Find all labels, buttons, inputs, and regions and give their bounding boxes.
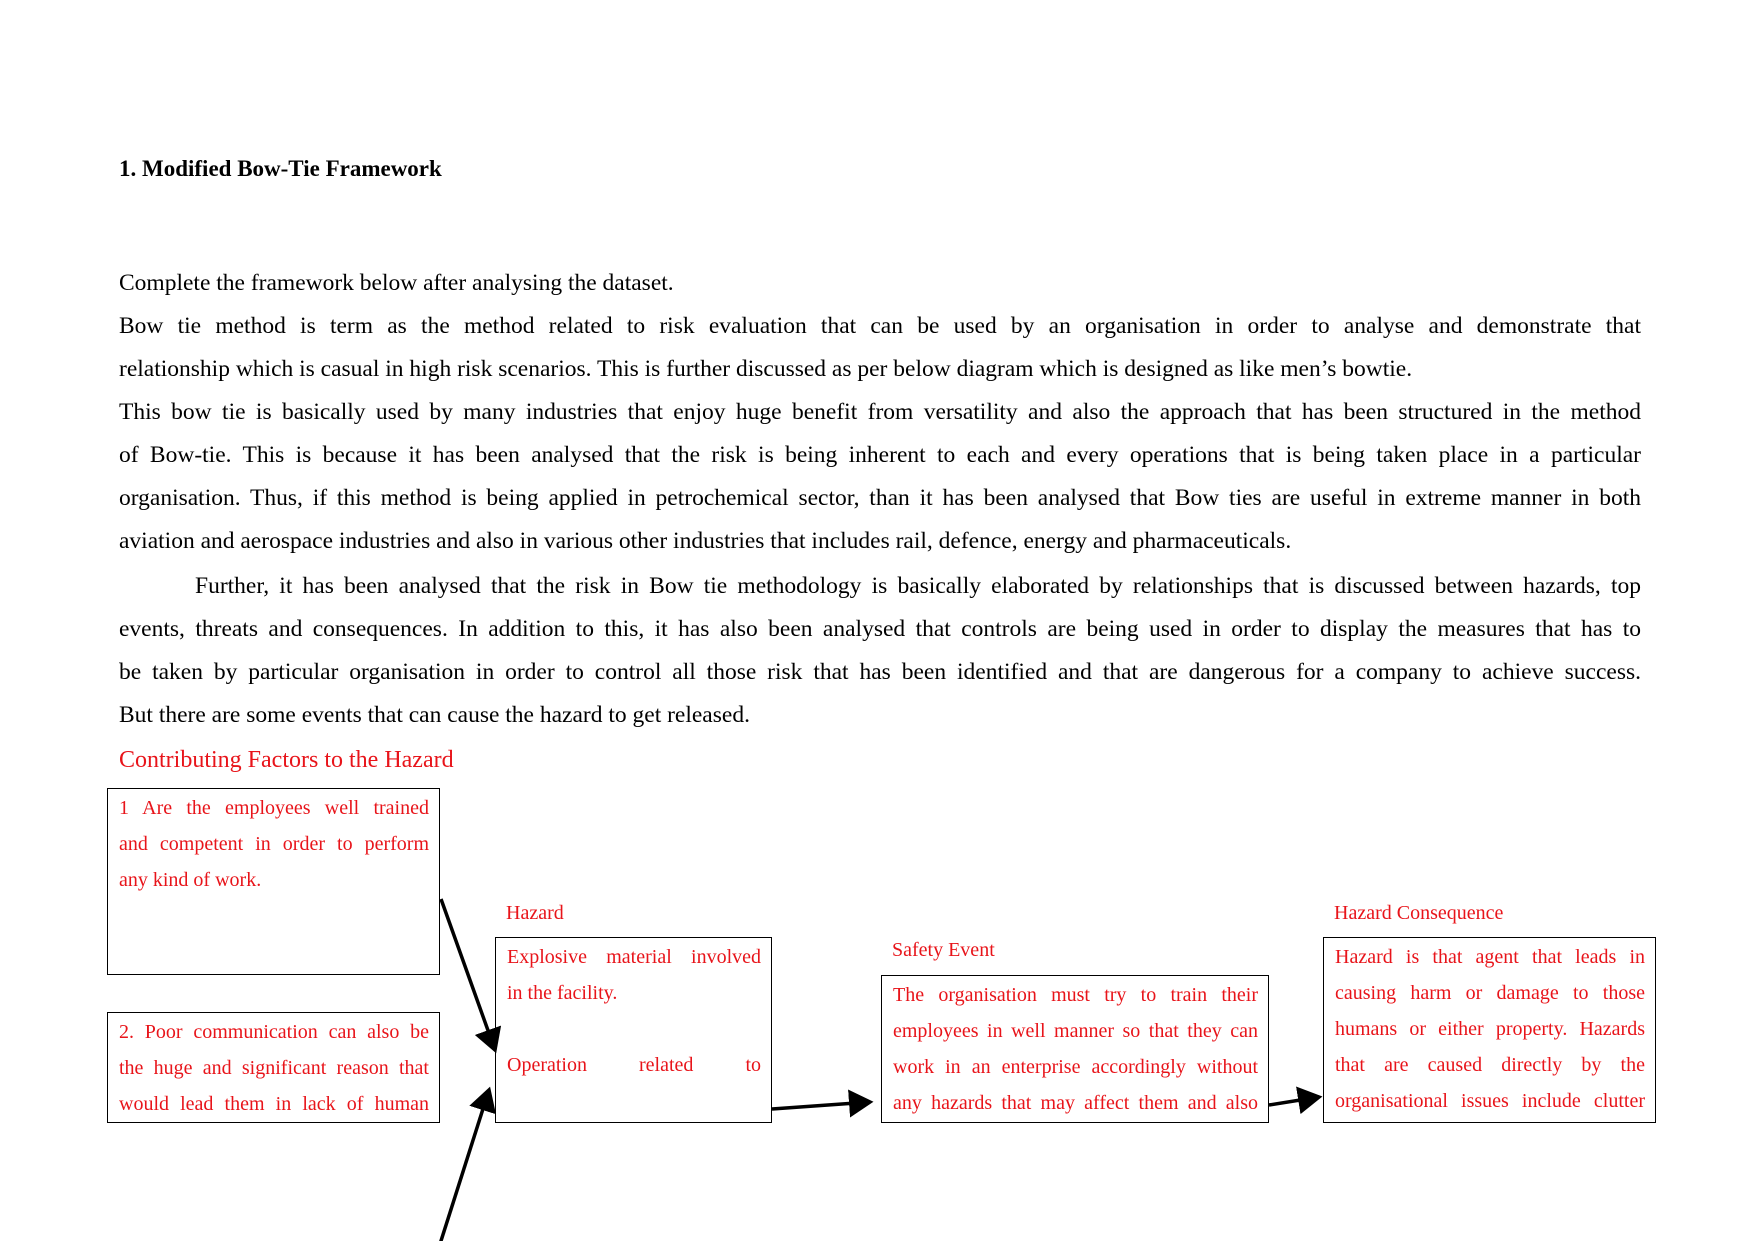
arrow-factor3-to-hazard bbox=[439, 1086, 496, 1241]
arrow-factor1-to-hazard bbox=[439, 898, 502, 1054]
arrow-safety-event-to-consequence bbox=[1268, 1086, 1323, 1115]
arrow-hazard-to-safety-event bbox=[771, 1089, 874, 1118]
diagram-arrows bbox=[439, 898, 1323, 1241]
